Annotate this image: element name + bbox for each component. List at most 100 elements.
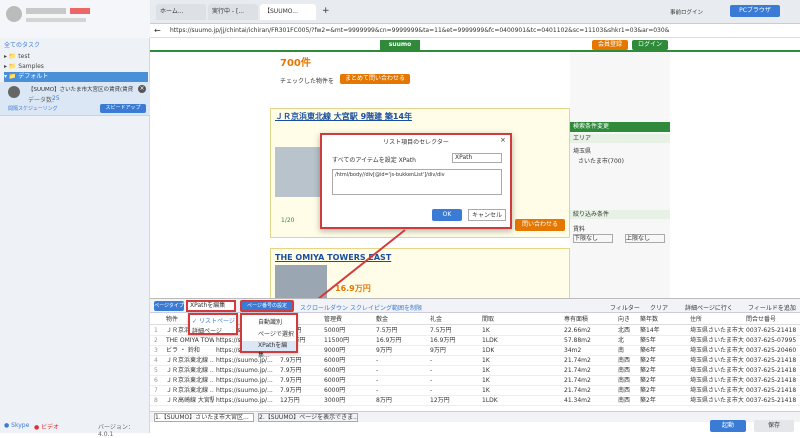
tree-item-samples[interactable]: ▸ 📁 Samples	[4, 62, 148, 72]
speed-up-button[interactable]: スピードアップ	[100, 104, 146, 113]
ok-button[interactable]: OK	[432, 209, 462, 221]
table-row[interactable]: 4 ＪＲ京浜東北線 ... https://suumo.jp/... 6000円 - -1…	[150, 356, 800, 366]
scroll-down-button[interactable]: スクロールダウン	[300, 303, 348, 312]
version-text: バージョン：4.0.1	[98, 424, 134, 438]
col-header: 敷金	[376, 316, 389, 323]
page-number-dropdown: 自動識別 ページで選択 XPathを編集...	[240, 313, 298, 359]
cancel-button[interactable]: キャンセル	[468, 209, 506, 221]
tree-item-test[interactable]: ▸ 📁 test	[4, 52, 148, 62]
table-cell: 築2年	[640, 367, 656, 374]
video-link[interactable]: ● ビデオ	[34, 422, 59, 431]
schedule-status[interactable]: 間隔スケジューリング	[8, 105, 58, 112]
table-row[interactable]: 5 ＪＲ京浜東北線 ... https://suumo.jp/... 6000円 - - 1…	[150, 366, 800, 376]
detail-page-option[interactable]: 詳細ページ	[192, 326, 222, 335]
rent-upper-select[interactable]: 上限なし	[625, 234, 665, 243]
page-select-option[interactable]: ページで選択	[258, 329, 294, 338]
listing-title[interactable]: ＪＲ京浜東北線 大宮駅 9階建 築14年	[275, 111, 412, 122]
rent-lower-select[interactable]: 下限なし	[573, 234, 613, 243]
url-bar[interactable]: ← https://suumo.jp/jj/chintai/ichiran/FR…	[150, 24, 800, 38]
table-cell: 22.66m2	[564, 327, 591, 334]
list-page-option[interactable]: ✓ リストページ	[192, 316, 235, 325]
table-cell: 9万円	[376, 347, 392, 354]
start-button[interactable]: 起動	[710, 420, 746, 432]
tab-home[interactable]: ホーム...	[156, 4, 206, 20]
tree-item-default[interactable]: ▾ 📁 デフォルト	[4, 72, 148, 82]
row-number: 4	[154, 357, 158, 364]
xpath-edit-option[interactable]: XPathを編集...	[242, 341, 296, 359]
table-cell: 21.74m2	[564, 377, 591, 384]
table-cell: 埼玉県さいたま市大宮区...	[690, 387, 744, 394]
table-cell: -	[430, 357, 433, 364]
table-cell: 1DK	[482, 347, 495, 354]
task-count-label: データ数:	[28, 97, 55, 104]
back-icon[interactable]: ←	[154, 26, 161, 35]
login-button[interactable]: ログイン	[632, 40, 668, 50]
step-tab-1[interactable]: 1.【SUUMO】さいたま市大宮区...	[154, 413, 254, 422]
table-cell: https://suumo.jp/...	[216, 387, 273, 394]
col-header: 礼金	[430, 316, 443, 323]
table-cell: 5000円	[324, 327, 346, 334]
row-number: 3	[154, 347, 158, 354]
tree-label: デフォルト	[18, 73, 49, 80]
filter-button[interactable]: フィルター	[610, 303, 640, 312]
table-cell: -	[430, 387, 433, 394]
table-cell: 0037-625-07995	[746, 337, 797, 344]
pre-login-button[interactable]: 事前ログイン	[670, 8, 703, 16]
table-cell: 21.74m2	[564, 357, 591, 364]
table-cell: 埼玉県さいたま市大宮区...	[690, 357, 744, 364]
add-field-button[interactable]: フィールドを追加	[748, 303, 796, 312]
table-cell: ビラ ・ 鈴和	[166, 347, 200, 354]
close-icon[interactable]: ×	[500, 136, 506, 144]
row-number: 6	[154, 377, 158, 384]
table-cell: 築14年	[640, 327, 660, 334]
table-row[interactable]: 6 ＪＲ京浜東北線 ... https://suumo.jp/... 6000円 - - 1…	[150, 376, 800, 386]
table-cell: 9万円	[430, 347, 446, 354]
suumo-logo[interactable]: suumo	[380, 40, 420, 50]
detail-go-button[interactable]: 詳細ページに行く	[685, 303, 733, 312]
table-cell: https://suumo.jp/...	[216, 397, 273, 404]
all-tasks-title[interactable]: 全てのタスク	[4, 40, 40, 49]
mode-select[interactable]: XPath	[452, 153, 502, 163]
tab-running[interactable]: 実行中 - [...	[208, 4, 258, 20]
auto-detect-option[interactable]: 自動識別	[258, 317, 282, 326]
bulk-inquiry-button[interactable]: まとめて問い合わせる	[340, 74, 410, 84]
task-card[interactable]: 【SUUMO】さいたま市大宮区の賃貸(賃貸 データ数: 25 × 間隔スケジュー…	[0, 82, 150, 116]
table-cell: 築5年	[640, 337, 656, 344]
new-tab-icon[interactable]: +	[322, 6, 330, 16]
table-cell: 16.9万円	[376, 337, 402, 344]
page-info: 1/20	[281, 217, 295, 224]
table-cell: ＪＲ京浜東北線 ...	[166, 357, 214, 364]
table-cell: 0037-625-21418	[746, 387, 797, 394]
site-header: suumo 会員登録 ログイン	[150, 38, 800, 52]
url-input[interactable]: https://suumo.jp/jj/chintai/ichiran/FR30…	[170, 27, 790, 34]
table-cell: 埼玉県さいたま市大宮区...	[690, 367, 744, 374]
search-panel: 検索条件変更 エリア 埼玉県 さいたま市(700) 絞り込み条件 賃料 下限なし…	[570, 52, 670, 298]
city-label[interactable]: さいたま市(700)	[578, 156, 624, 165]
col-header: 住所	[690, 316, 703, 323]
page-number-button[interactable]: ページ番号の設定	[240, 300, 294, 312]
clear-button[interactable]: クリア	[650, 303, 668, 312]
xpath-textarea[interactable]: /html/body//div[@id='js-bukkenList']/div…	[332, 169, 502, 195]
table-row[interactable]: 8 ＪＲ高崎線 大宮駅 https://suumo.jp/... 3000円 8万円 12…	[150, 396, 800, 406]
inquiry-button[interactable]: 問い合わせる	[515, 219, 565, 231]
account-area	[0, 0, 150, 38]
limit-range-link[interactable]: スクレイピング範囲を制限	[350, 303, 422, 312]
xpath-edit-select[interactable]: XPathを編集	[186, 300, 236, 312]
table-cell: 南西	[618, 397, 631, 404]
avatar[interactable]	[6, 6, 22, 22]
table-cell: 21.74m2	[564, 367, 591, 374]
page-type-button[interactable]: ページタイプ	[154, 301, 184, 311]
table-cell: 1K	[482, 357, 490, 364]
tab-suumo[interactable]: 【SUUMO...	[260, 4, 316, 20]
register-button[interactable]: 会員登録	[592, 40, 628, 50]
area-heading: エリア	[570, 134, 670, 143]
skype-link[interactable]: ● Skype	[4, 422, 29, 429]
rent-label: 賃料	[573, 226, 586, 233]
table-cell: 北西	[618, 327, 631, 334]
close-icon[interactable]: ×	[138, 85, 146, 93]
step-tab-2[interactable]: 2.【SUUMO】ページを表示できま...	[258, 413, 358, 422]
pc-browser-button[interactable]: PCブラウザ	[730, 5, 780, 17]
table-row[interactable]: 7 ＪＲ京浜東北線 ... https://suumo.jp/... 6000円 - - 1…	[150, 386, 800, 396]
save-button[interactable]: 保存	[754, 420, 794, 432]
table-cell: 0037-625-20460	[746, 347, 797, 354]
